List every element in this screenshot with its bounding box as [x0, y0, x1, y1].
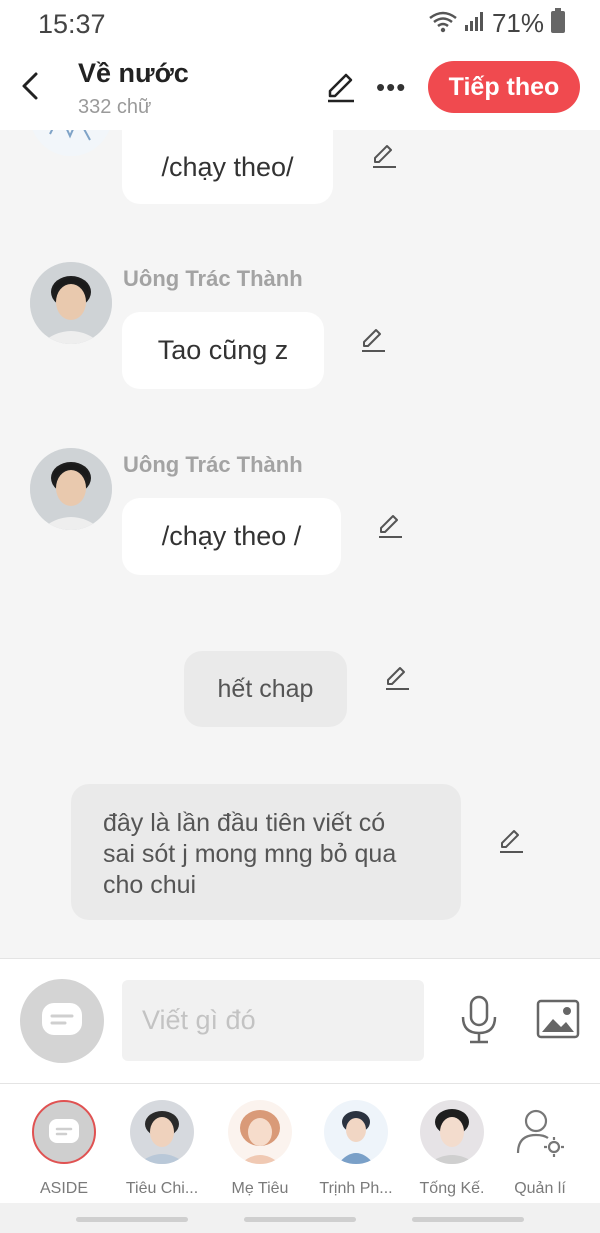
pencil-icon[interactable] [370, 142, 398, 175]
avatar [228, 1100, 292, 1164]
aside-icon [32, 1100, 96, 1164]
sender-name: Uông Trác Thành [123, 452, 303, 477]
pencil-icon[interactable] [359, 326, 387, 359]
narration-bubble[interactable]: đây là lần đầu tiên viết có sai sót j mo… [71, 784, 461, 920]
battery-percent: 71% [491, 8, 544, 38]
microphone-icon[interactable] [458, 995, 500, 1050]
chat-area: /chạy theo/ Uông Trác Thành Tao cũng z U… [0, 130, 600, 958]
more-icon[interactable]: ••• [376, 72, 406, 103]
message-bubble[interactable]: /chạy theo/ [122, 130, 333, 204]
image-icon[interactable] [536, 999, 580, 1044]
avatar[interactable] [30, 448, 112, 530]
composer [0, 958, 600, 1083]
pencil-icon[interactable] [376, 512, 404, 545]
avatar [420, 1100, 484, 1164]
pencil-icon[interactable] [383, 664, 411, 697]
signal-icon [464, 10, 486, 37]
tab-label: Tống Kế. [419, 1180, 485, 1197]
avatar [324, 1100, 388, 1164]
tab-character[interactable]: Tiêu Chi... [112, 1094, 212, 1204]
message-input[interactable] [122, 980, 424, 1061]
character-bar: ASIDE Tiêu Chi... Mẹ Tiêu Trịnh Ph... Tố… [0, 1083, 600, 1204]
message-bubble[interactable]: Tao cũng z [122, 312, 324, 389]
system-nav-bar [0, 1203, 600, 1233]
user-settings-icon [508, 1100, 572, 1164]
back-icon[interactable] [18, 70, 46, 102]
tab-label: Mẹ Tiêu [231, 1180, 289, 1197]
word-count: 332 chữ [78, 96, 152, 118]
next-button[interactable]: Tiếp theo [428, 61, 580, 113]
nav-home[interactable] [244, 1217, 356, 1222]
avatar [130, 1100, 194, 1164]
pencil-icon[interactable] [324, 70, 358, 109]
tab-manage[interactable]: Quản lí [490, 1094, 590, 1204]
chat-bubble-icon[interactable] [20, 979, 104, 1063]
message-bubble[interactable]: /chạy theo / [122, 498, 341, 575]
tab-label: Trịnh Ph... [319, 1180, 393, 1197]
sender-name: Uông Trác Thành [123, 266, 303, 291]
tab-label: Quản lí [514, 1180, 566, 1197]
tab-label: Tiêu Chi... [125, 1180, 199, 1197]
avatar[interactable] [30, 262, 112, 344]
tab-character[interactable]: Tống Kế. [402, 1094, 502, 1204]
avatar[interactable] [30, 130, 112, 156]
status-time: 15:37 [38, 9, 106, 39]
status-bar: 15:37 71% [0, 0, 600, 48]
tab-character[interactable]: Mẹ Tiêu [210, 1094, 310, 1204]
nav-recents[interactable] [76, 1217, 188, 1222]
tab-label: ASIDE [39, 1180, 88, 1197]
tab-character[interactable]: Trịnh Ph... [306, 1094, 406, 1204]
narration-bubble[interactable]: hết chap [184, 651, 347, 727]
battery-icon [550, 8, 566, 39]
wifi-icon [428, 9, 458, 38]
nav-back[interactable] [412, 1217, 524, 1222]
page-title: Về nước [78, 58, 189, 88]
pencil-icon[interactable] [497, 827, 525, 860]
tab-aside[interactable]: ASIDE [14, 1094, 114, 1204]
header: Về nước 332 chữ ••• Tiếp theo [0, 48, 600, 130]
